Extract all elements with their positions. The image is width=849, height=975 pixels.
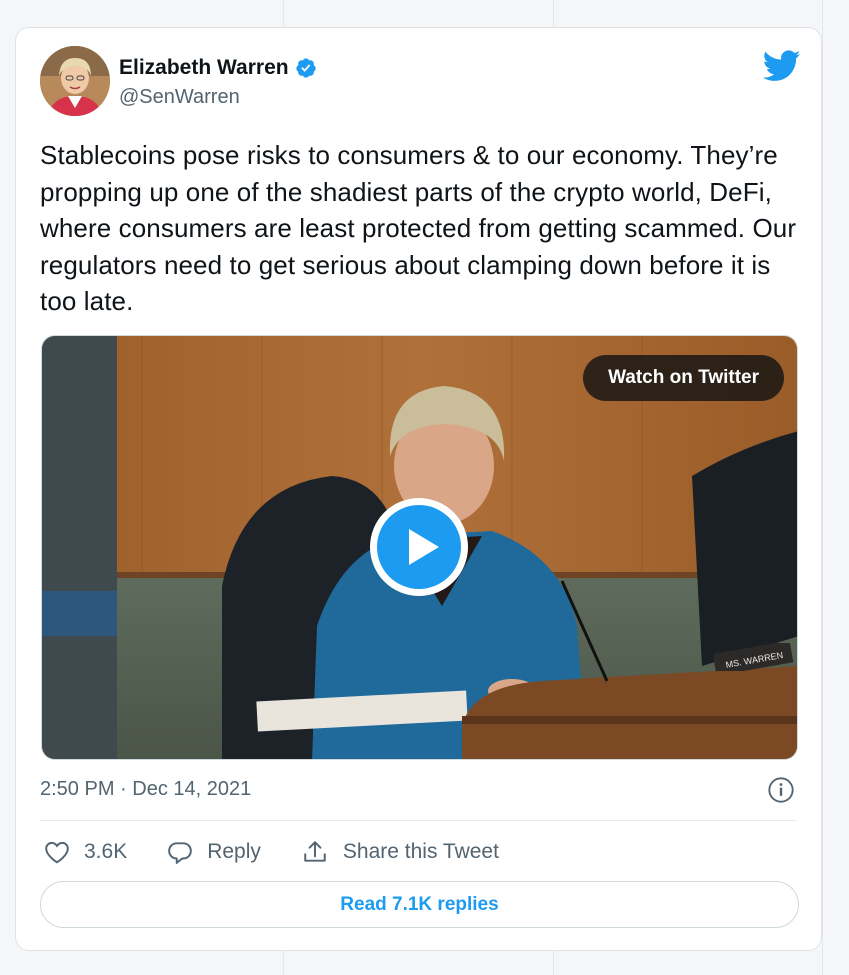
- share-button[interactable]: Share this Tweet: [301, 839, 499, 865]
- watch-on-twitter-button[interactable]: Watch on Twitter: [583, 355, 784, 401]
- reply-label: Reply: [207, 840, 261, 863]
- tweet-text: Stablecoins pose risks to consumers & to…: [40, 140, 797, 316]
- share-label: Share this Tweet: [342, 840, 499, 863]
- tweet-card[interactable]: Elizabeth Warren @SenWarren Stablecoins …: [15, 27, 822, 951]
- like-count: 3.6K: [84, 840, 128, 863]
- speech-bubble-icon: [168, 842, 193, 864]
- like-button[interactable]: 3.6K: [44, 840, 127, 864]
- play-icon: [377, 505, 461, 589]
- read-replies-button[interactable]: Read 7.1K replies: [40, 881, 799, 928]
- heart-icon: [45, 841, 69, 864]
- nameplate: MS. WARREN: [714, 643, 794, 671]
- tweet-timestamp[interactable]: 2:50 PM · Dec 14, 2021: [40, 778, 251, 801]
- info-icon[interactable]: [767, 776, 795, 804]
- avatar[interactable]: [40, 46, 110, 116]
- share-arrow-icon: [304, 841, 326, 862]
- author-row: Elizabeth Warren: [119, 56, 317, 80]
- action-bar: 3.6K Reply Share this Tweet: [44, 836, 539, 868]
- reply-button[interactable]: Reply: [167, 840, 261, 864]
- video-player[interactable]: MS. WARREN Watch on Twitter: [41, 335, 798, 760]
- author-handle[interactable]: @SenWarren: [119, 86, 240, 109]
- divider: [40, 820, 797, 821]
- twitter-bird-icon[interactable]: [763, 50, 801, 82]
- author-name[interactable]: Elizabeth Warren: [119, 56, 289, 80]
- play-button[interactable]: [370, 498, 468, 596]
- verified-badge-icon: [295, 58, 316, 78]
